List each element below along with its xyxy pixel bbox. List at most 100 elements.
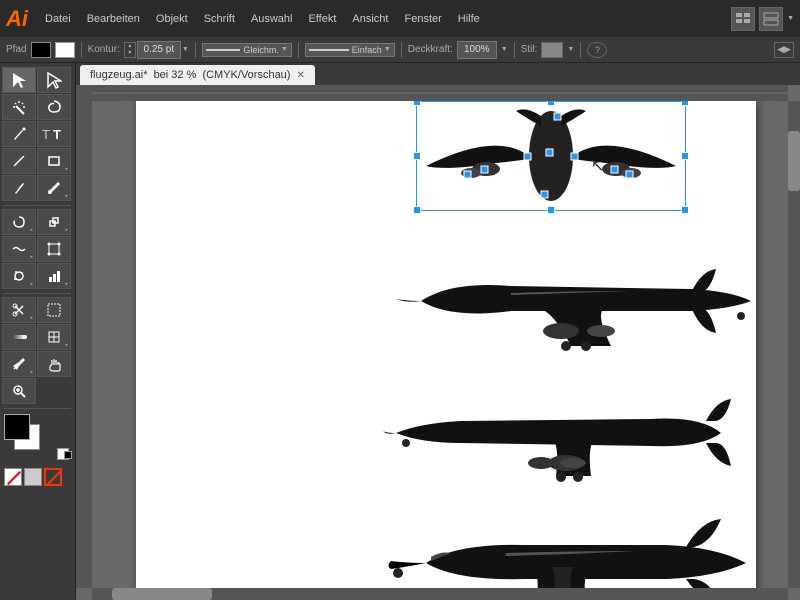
tab-close-button[interactable]: ✕ — [296, 70, 304, 81]
workspace-icon[interactable] — [731, 7, 755, 31]
column-graph-tool[interactable]: ▸ — [37, 263, 71, 289]
tool-row-3: T T — [2, 121, 73, 147]
tab-filename: flugzeug.ai* bei 32 % (CMYK/Vorschau) — [90, 69, 290, 81]
scrollbar-thumb-h[interactable] — [112, 588, 212, 600]
scrollbar-vertical[interactable] — [788, 101, 800, 588]
grid-arrange-icon[interactable] — [759, 7, 783, 31]
scrollbar-horizontal[interactable] — [92, 588, 788, 600]
none-swatch[interactable] — [44, 468, 62, 486]
main-area: T T ▸ ▸ — [0, 63, 800, 600]
tool-separator-1 — [4, 205, 71, 206]
menu-schrift[interactable]: Schrift — [197, 9, 242, 29]
menu-bearbeiten[interactable]: Bearbeiten — [80, 9, 147, 29]
magic-wand-tool[interactable] — [2, 94, 36, 120]
stil-swatch[interactable] — [541, 42, 563, 58]
symbol-tool[interactable]: ▸ — [2, 263, 36, 289]
canvas-area: flugzeug.ai* bei 32 % (CMYK/Vorschau) ✕ — [76, 63, 800, 600]
mesh-tool[interactable]: ▸ — [37, 324, 71, 350]
airplane-side-2[interactable] — [381, 381, 761, 486]
menu-datei[interactable]: Datei — [38, 9, 78, 29]
extra-swatches — [57, 448, 69, 460]
kontur-label: Kontur: — [88, 44, 120, 55]
airplane-side3-svg — [376, 501, 766, 600]
kontur-caret[interactable]: ▼ — [182, 46, 189, 53]
sep5 — [514, 42, 515, 58]
stroke-color-swatch[interactable] — [4, 414, 30, 440]
svg-text:T: T — [53, 127, 61, 142]
stroke-style-einfach[interactable]: Einfach ▼ — [305, 43, 395, 57]
tool-row-11: ▸ — [2, 351, 73, 377]
lasso-tool[interactable] — [37, 94, 71, 120]
scrollbar-thumb-v[interactable] — [788, 131, 800, 191]
gleichm-caret: ▼ — [281, 46, 288, 53]
sep6 — [580, 42, 581, 58]
gradient-tool[interactable] — [2, 324, 36, 350]
airplane-top-selected[interactable]: ↖ — [416, 101, 696, 221]
stil-caret: ▼ — [567, 46, 574, 53]
toolbox: T T ▸ ▸ — [0, 63, 76, 600]
document-canvas[interactable]: ↖ — [136, 101, 756, 600]
menu-auswahl[interactable]: Auswahl — [244, 9, 300, 29]
deckkraft-value[interactable]: 100% — [457, 41, 497, 59]
type-tool[interactable]: T T — [37, 121, 71, 147]
pencil-tool[interactable] — [2, 175, 36, 201]
menu-hilfe[interactable]: Hilfe — [451, 9, 487, 29]
tool-row-6: ▸ ▸ — [2, 209, 73, 235]
airplane-side1-svg — [391, 251, 761, 351]
color-swatches-area — [4, 414, 71, 464]
canvas-scroll[interactable]: ↖ — [76, 85, 800, 600]
sep2 — [195, 42, 196, 58]
tool-row-1 — [2, 67, 73, 93]
stroke-swatch[interactable] — [55, 42, 75, 58]
kontur-value[interactable]: 0.25 pt — [137, 41, 181, 59]
sep4 — [401, 42, 402, 58]
menu-objekt[interactable]: Objekt — [149, 9, 195, 29]
tool-row-9: ▸ — [2, 297, 73, 323]
color-gradient-swatch[interactable] — [24, 468, 42, 486]
warp-tool[interactable]: ▸ — [2, 236, 36, 262]
fill-swatch[interactable] — [31, 42, 51, 58]
kontur-spinners[interactable]: ▲ ▼ — [124, 42, 136, 58]
rect-tool[interactable]: ▸ — [37, 148, 71, 174]
hand-tool[interactable] — [37, 351, 71, 377]
menu-fenster[interactable]: Fenster — [397, 9, 448, 29]
scale-tool[interactable]: ▸ — [37, 209, 71, 235]
default-colors-icon[interactable] — [57, 448, 69, 460]
brush-tool[interactable]: ▸ — [37, 175, 71, 201]
zoom-tool[interactable] — [2, 378, 36, 404]
document-tab[interactable]: flugzeug.ai* bei 32 % (CMYK/Vorschau) ✕ — [80, 65, 315, 85]
menu-ansicht[interactable]: Ansicht — [345, 9, 395, 29]
line-tool[interactable] — [2, 148, 36, 174]
free-transform-tool[interactable] — [37, 236, 71, 262]
stroke-style-gleichm[interactable]: Gleichm. ▼ — [202, 43, 292, 57]
einfach-caret: ▼ — [384, 46, 391, 53]
deckkraft-label: Deckkraft: — [408, 44, 453, 55]
workspace-caret: ▼ — [787, 15, 794, 22]
tool-row-12 — [2, 378, 73, 404]
ruler-corner — [76, 85, 92, 101]
color-mode-fill[interactable] — [4, 468, 22, 486]
app-logo: Ai — [6, 8, 28, 30]
rotate-tool[interactable]: ▸ — [2, 209, 36, 235]
selection-tool[interactable] — [2, 67, 36, 93]
tool-row-7: ▸ — [2, 236, 73, 262]
deckkraft-caret: ▼ — [501, 46, 508, 53]
eyedropper-tool[interactable]: ▸ — [2, 351, 36, 377]
panel-toggle-icon[interactable]: ◀▶ — [774, 42, 794, 58]
tab-bar: flugzeug.ai* bei 32 % (CMYK/Vorschau) ✕ — [76, 63, 800, 85]
direct-selection-tool[interactable] — [37, 67, 71, 93]
tool-row-5: ▸ — [2, 175, 73, 201]
scissors-tool[interactable]: ▸ — [2, 297, 36, 323]
none-color-row — [4, 468, 71, 486]
airplane-side-3[interactable] — [376, 501, 766, 600]
airplane-side-1[interactable] — [391, 251, 761, 351]
artboard-tool[interactable] — [37, 297, 71, 323]
sep1 — [81, 42, 82, 58]
tool-row-10: ▸ — [2, 324, 73, 350]
tool-row-8: ▸ ▸ — [2, 263, 73, 289]
menu-effekt[interactable]: Effekt — [301, 9, 343, 29]
stil-label: Stil: — [521, 44, 538, 55]
help-circle-icon[interactable]: ? — [587, 42, 607, 58]
pen-tool[interactable] — [2, 121, 36, 147]
toolbar-strip: Pfad Kontur: ▲ ▼ 0.25 pt ▼ Gleichm. ▼ Ei… — [0, 37, 800, 63]
